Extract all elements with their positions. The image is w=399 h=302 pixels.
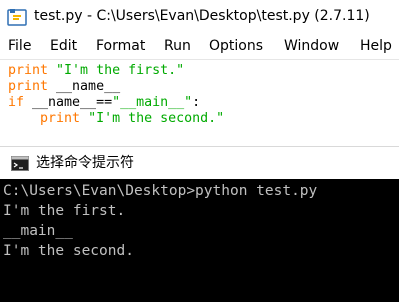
console-line: I'm the first. bbox=[3, 203, 126, 219]
code-text: __name__ bbox=[48, 79, 121, 94]
menu-file[interactable]: File bbox=[8, 37, 31, 55]
menu-window[interactable]: Window bbox=[284, 37, 339, 55]
command-prompt-icon bbox=[11, 156, 29, 171]
cmd-window-title: 选择命令提示符 bbox=[36, 155, 134, 171]
cmd-titlebar[interactable]: 选择命令提示符 bbox=[0, 146, 399, 179]
string-literal: "I'm the second." bbox=[80, 111, 225, 126]
command-prompt-window: 选择命令提示符 C:\Users\Evan\Desktop>python tes… bbox=[0, 146, 399, 302]
code-line-1: print "I'm the first." bbox=[8, 63, 184, 79]
code-text: __name__== bbox=[24, 95, 113, 110]
keyword-print: print bbox=[8, 79, 49, 94]
string-literal: "I'm the first." bbox=[48, 63, 185, 78]
menu-bar: File Edit Format Run Options Window Help bbox=[0, 32, 399, 60]
console-line: C:\Users\Evan\Desktop>python test.py bbox=[3, 183, 318, 199]
idle-editor-window: test.py - C:\Users\Evan\Desktop\test.py … bbox=[0, 0, 399, 146]
window-title: test.py - C:\Users\Evan\Desktop\test.py … bbox=[34, 8, 370, 24]
keyword-print: print bbox=[8, 63, 49, 78]
code-editor[interactable]: print "I'm the first." print __name__ if… bbox=[0, 61, 399, 146]
code-text: : bbox=[192, 95, 201, 110]
menu-options[interactable]: Options bbox=[209, 37, 263, 55]
idle-titlebar[interactable]: test.py - C:\Users\Evan\Desktop\test.py … bbox=[0, 0, 399, 32]
console-output[interactable]: C:\Users\Evan\Desktop>python test.py I'm… bbox=[0, 179, 399, 302]
code-line-4: print "I'm the second." bbox=[8, 111, 224, 127]
console-line: __main__ bbox=[3, 223, 73, 239]
string-literal: "__main__" bbox=[112, 95, 193, 110]
code-line-2: print __name__ bbox=[8, 79, 120, 95]
python-idle-icon bbox=[7, 9, 27, 26]
menu-format[interactable]: Format bbox=[96, 37, 145, 55]
code-line-3: if __name__=="__main__": bbox=[8, 95, 200, 111]
keyword-if: if bbox=[8, 95, 25, 110]
menu-help[interactable]: Help bbox=[360, 37, 392, 55]
menu-edit[interactable]: Edit bbox=[50, 37, 77, 55]
keyword-print: print bbox=[40, 111, 81, 126]
console-line: I'm the second. bbox=[3, 243, 134, 259]
menu-run[interactable]: Run bbox=[164, 37, 191, 55]
